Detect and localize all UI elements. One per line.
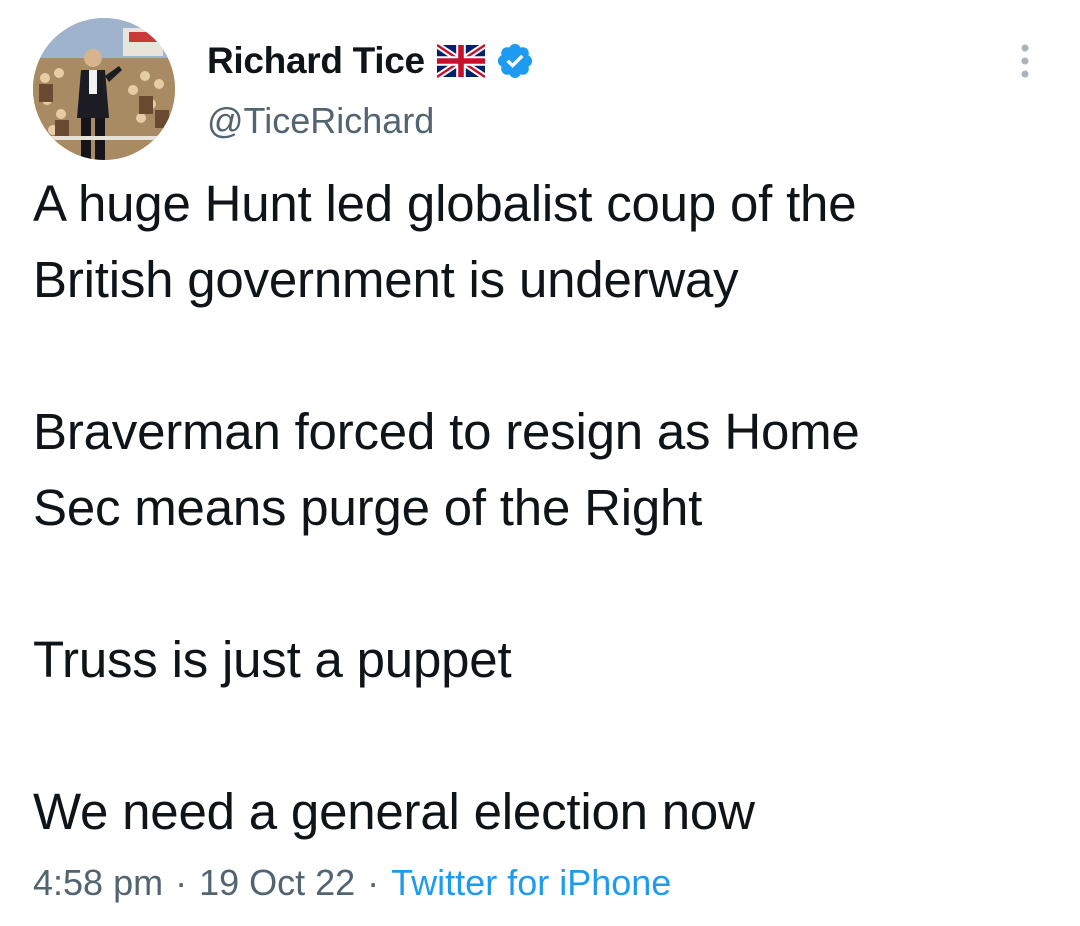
tweet-text: A huge Hunt led globalist coup of the Br… [33, 166, 1053, 850]
tweet-paragraph: We need a general election now [33, 783, 755, 840]
tweet: Richard Tice @TiceRichard A huge Hunt le… [0, 0, 1080, 926]
separator: · [367, 862, 380, 903]
profile-photo [33, 18, 175, 160]
tweet-metadata: 4:58 pm · 19 Oct 22 · Twitter for iPhone [33, 862, 671, 904]
union-jack-flag-icon [435, 42, 487, 80]
tweet-paragraph: Truss is just a puppet [33, 631, 512, 688]
author-row: Richard Tice [207, 36, 535, 86]
avatar[interactable] [33, 18, 175, 160]
tweet-paragraph: Braverman forced to resign as Home Sec m… [33, 403, 860, 536]
tweet-source-link[interactable]: Twitter for iPhone [391, 862, 671, 904]
tweet-paragraph: A huge Hunt led globalist coup of the Br… [33, 175, 857, 308]
separator: · [175, 862, 188, 903]
handle[interactable]: @TiceRichard [207, 100, 434, 142]
verified-badge-icon [495, 41, 535, 81]
tweet-date[interactable]: 19 Oct 22 [199, 862, 355, 904]
tweet-time[interactable]: 4:58 pm [33, 862, 163, 904]
display-name[interactable]: Richard Tice [207, 40, 425, 82]
more-vertical-icon[interactable] [1010, 40, 1040, 84]
